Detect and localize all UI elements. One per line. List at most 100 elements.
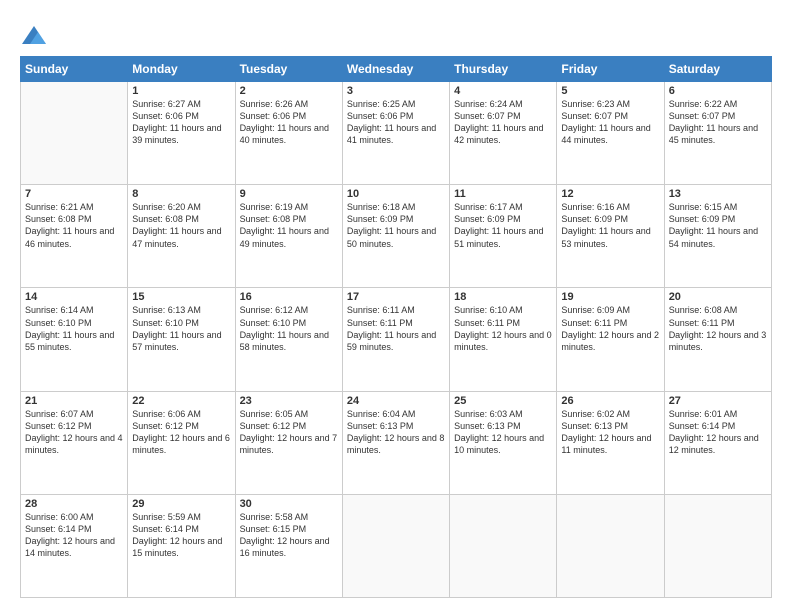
day-cell: 4Sunrise: 6:24 AMSunset: 6:07 PMDaylight… bbox=[450, 82, 557, 185]
day-number: 23 bbox=[240, 395, 338, 407]
day-cell: 11Sunrise: 6:17 AMSunset: 6:09 PMDayligh… bbox=[450, 185, 557, 288]
day-header-saturday: Saturday bbox=[664, 57, 771, 82]
day-number: 6 bbox=[669, 85, 767, 97]
day-info: Sunrise: 6:12 AMSunset: 6:10 PMDaylight:… bbox=[240, 304, 338, 353]
day-info: Sunrise: 6:05 AMSunset: 6:12 PMDaylight:… bbox=[240, 408, 338, 457]
day-info: Sunrise: 5:58 AMSunset: 6:15 PMDaylight:… bbox=[240, 511, 338, 560]
calendar: SundayMondayTuesdayWednesdayThursdayFrid… bbox=[20, 56, 772, 598]
day-cell: 6Sunrise: 6:22 AMSunset: 6:07 PMDaylight… bbox=[664, 82, 771, 185]
day-cell: 28Sunrise: 6:00 AMSunset: 6:14 PMDayligh… bbox=[21, 494, 128, 597]
day-cell: 3Sunrise: 6:25 AMSunset: 6:06 PMDaylight… bbox=[342, 82, 449, 185]
day-number: 20 bbox=[669, 291, 767, 303]
day-cell bbox=[557, 494, 664, 597]
day-number: 24 bbox=[347, 395, 445, 407]
day-info: Sunrise: 6:23 AMSunset: 6:07 PMDaylight:… bbox=[561, 98, 659, 147]
week-row-1: 1Sunrise: 6:27 AMSunset: 6:06 PMDaylight… bbox=[21, 82, 772, 185]
day-cell: 15Sunrise: 6:13 AMSunset: 6:10 PMDayligh… bbox=[128, 288, 235, 391]
day-number: 12 bbox=[561, 188, 659, 200]
day-cell bbox=[450, 494, 557, 597]
day-number: 10 bbox=[347, 188, 445, 200]
day-info: Sunrise: 6:22 AMSunset: 6:07 PMDaylight:… bbox=[669, 98, 767, 147]
day-number: 18 bbox=[454, 291, 552, 303]
day-info: Sunrise: 6:17 AMSunset: 6:09 PMDaylight:… bbox=[454, 201, 552, 250]
logo-icon bbox=[20, 22, 48, 50]
day-number: 30 bbox=[240, 498, 338, 510]
day-info: Sunrise: 6:20 AMSunset: 6:08 PMDaylight:… bbox=[132, 201, 230, 250]
day-header-thursday: Thursday bbox=[450, 57, 557, 82]
day-cell: 1Sunrise: 6:27 AMSunset: 6:06 PMDaylight… bbox=[128, 82, 235, 185]
day-cell bbox=[21, 82, 128, 185]
day-info: Sunrise: 6:13 AMSunset: 6:10 PMDaylight:… bbox=[132, 304, 230, 353]
day-cell: 7Sunrise: 6:21 AMSunset: 6:08 PMDaylight… bbox=[21, 185, 128, 288]
day-cell: 23Sunrise: 6:05 AMSunset: 6:12 PMDayligh… bbox=[235, 391, 342, 494]
day-info: Sunrise: 6:10 AMSunset: 6:11 PMDaylight:… bbox=[454, 304, 552, 353]
day-cell: 29Sunrise: 5:59 AMSunset: 6:14 PMDayligh… bbox=[128, 494, 235, 597]
day-cell: 5Sunrise: 6:23 AMSunset: 6:07 PMDaylight… bbox=[557, 82, 664, 185]
day-cell: 21Sunrise: 6:07 AMSunset: 6:12 PMDayligh… bbox=[21, 391, 128, 494]
day-cell: 26Sunrise: 6:02 AMSunset: 6:13 PMDayligh… bbox=[557, 391, 664, 494]
day-info: Sunrise: 6:03 AMSunset: 6:13 PMDaylight:… bbox=[454, 408, 552, 457]
week-row-4: 21Sunrise: 6:07 AMSunset: 6:12 PMDayligh… bbox=[21, 391, 772, 494]
day-info: Sunrise: 6:08 AMSunset: 6:11 PMDaylight:… bbox=[669, 304, 767, 353]
day-info: Sunrise: 6:02 AMSunset: 6:13 PMDaylight:… bbox=[561, 408, 659, 457]
logo bbox=[20, 22, 50, 50]
day-number: 11 bbox=[454, 188, 552, 200]
day-cell: 25Sunrise: 6:03 AMSunset: 6:13 PMDayligh… bbox=[450, 391, 557, 494]
day-info: Sunrise: 6:27 AMSunset: 6:06 PMDaylight:… bbox=[132, 98, 230, 147]
day-number: 27 bbox=[669, 395, 767, 407]
day-cell: 18Sunrise: 6:10 AMSunset: 6:11 PMDayligh… bbox=[450, 288, 557, 391]
day-info: Sunrise: 6:00 AMSunset: 6:14 PMDaylight:… bbox=[25, 511, 123, 560]
day-info: Sunrise: 6:04 AMSunset: 6:13 PMDaylight:… bbox=[347, 408, 445, 457]
header bbox=[20, 18, 772, 50]
day-info: Sunrise: 6:11 AMSunset: 6:11 PMDaylight:… bbox=[347, 304, 445, 353]
day-cell: 27Sunrise: 6:01 AMSunset: 6:14 PMDayligh… bbox=[664, 391, 771, 494]
day-number: 26 bbox=[561, 395, 659, 407]
day-number: 8 bbox=[132, 188, 230, 200]
week-row-3: 14Sunrise: 6:14 AMSunset: 6:10 PMDayligh… bbox=[21, 288, 772, 391]
day-number: 29 bbox=[132, 498, 230, 510]
day-info: Sunrise: 6:25 AMSunset: 6:06 PMDaylight:… bbox=[347, 98, 445, 147]
day-number: 3 bbox=[347, 85, 445, 97]
day-cell bbox=[664, 494, 771, 597]
day-cell: 30Sunrise: 5:58 AMSunset: 6:15 PMDayligh… bbox=[235, 494, 342, 597]
day-number: 17 bbox=[347, 291, 445, 303]
day-header-tuesday: Tuesday bbox=[235, 57, 342, 82]
day-info: Sunrise: 6:14 AMSunset: 6:10 PMDaylight:… bbox=[25, 304, 123, 353]
day-number: 7 bbox=[25, 188, 123, 200]
day-number: 22 bbox=[132, 395, 230, 407]
day-info: Sunrise: 6:19 AMSunset: 6:08 PMDaylight:… bbox=[240, 201, 338, 250]
week-row-2: 7Sunrise: 6:21 AMSunset: 6:08 PMDaylight… bbox=[21, 185, 772, 288]
day-number: 5 bbox=[561, 85, 659, 97]
day-info: Sunrise: 6:07 AMSunset: 6:12 PMDaylight:… bbox=[25, 408, 123, 457]
day-number: 16 bbox=[240, 291, 338, 303]
day-number: 28 bbox=[25, 498, 123, 510]
day-cell: 2Sunrise: 6:26 AMSunset: 6:06 PMDaylight… bbox=[235, 82, 342, 185]
day-number: 2 bbox=[240, 85, 338, 97]
day-number: 1 bbox=[132, 85, 230, 97]
day-cell: 8Sunrise: 6:20 AMSunset: 6:08 PMDaylight… bbox=[128, 185, 235, 288]
day-header-sunday: Sunday bbox=[21, 57, 128, 82]
day-number: 21 bbox=[25, 395, 123, 407]
day-cell: 16Sunrise: 6:12 AMSunset: 6:10 PMDayligh… bbox=[235, 288, 342, 391]
day-info: Sunrise: 6:09 AMSunset: 6:11 PMDaylight:… bbox=[561, 304, 659, 353]
days-header-row: SundayMondayTuesdayWednesdayThursdayFrid… bbox=[21, 57, 772, 82]
day-header-wednesday: Wednesday bbox=[342, 57, 449, 82]
day-info: Sunrise: 6:15 AMSunset: 6:09 PMDaylight:… bbox=[669, 201, 767, 250]
page: SundayMondayTuesdayWednesdayThursdayFrid… bbox=[0, 0, 792, 612]
day-cell: 17Sunrise: 6:11 AMSunset: 6:11 PMDayligh… bbox=[342, 288, 449, 391]
day-cell: 10Sunrise: 6:18 AMSunset: 6:09 PMDayligh… bbox=[342, 185, 449, 288]
day-cell: 14Sunrise: 6:14 AMSunset: 6:10 PMDayligh… bbox=[21, 288, 128, 391]
day-header-friday: Friday bbox=[557, 57, 664, 82]
day-number: 14 bbox=[25, 291, 123, 303]
day-info: Sunrise: 6:26 AMSunset: 6:06 PMDaylight:… bbox=[240, 98, 338, 147]
day-info: Sunrise: 6:24 AMSunset: 6:07 PMDaylight:… bbox=[454, 98, 552, 147]
day-cell: 22Sunrise: 6:06 AMSunset: 6:12 PMDayligh… bbox=[128, 391, 235, 494]
day-info: Sunrise: 6:21 AMSunset: 6:08 PMDaylight:… bbox=[25, 201, 123, 250]
day-cell bbox=[342, 494, 449, 597]
day-header-monday: Monday bbox=[128, 57, 235, 82]
day-number: 15 bbox=[132, 291, 230, 303]
day-number: 9 bbox=[240, 188, 338, 200]
day-info: Sunrise: 6:01 AMSunset: 6:14 PMDaylight:… bbox=[669, 408, 767, 457]
week-row-5: 28Sunrise: 6:00 AMSunset: 6:14 PMDayligh… bbox=[21, 494, 772, 597]
day-number: 4 bbox=[454, 85, 552, 97]
